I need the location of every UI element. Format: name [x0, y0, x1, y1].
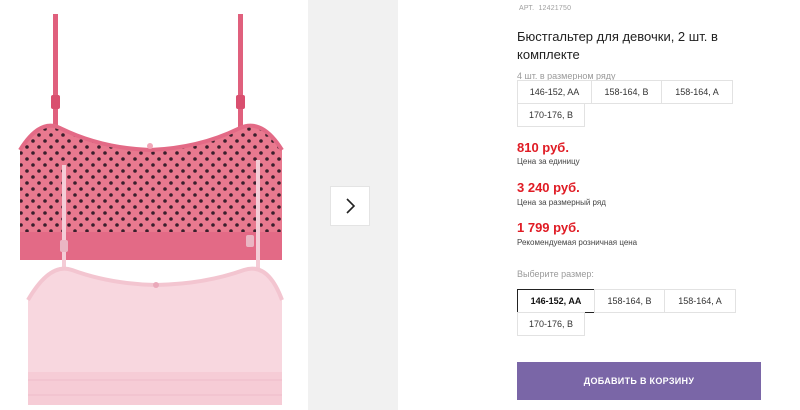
size-option[interactable]: 158-164, A — [664, 289, 736, 313]
product-photo[interactable] — [0, 0, 308, 410]
row-price: 3 240 руб. — [517, 180, 580, 195]
sku-value: 12421750 — [538, 5, 572, 12]
unit-price-note: Цена за единицу — [517, 157, 580, 166]
strap-left-front — [62, 165, 66, 275]
add-to-cart-button[interactable]: ДОБАВИТЬ В КОРЗИНУ — [517, 362, 761, 400]
sku-line: АРТ. 12421750 — [517, 5, 571, 12]
product-photo-illustration — [18, 14, 284, 405]
size-option[interactable]: 158-164, B — [594, 289, 665, 313]
size-row-item: 158-164, B — [591, 80, 662, 104]
size-row-item: 146-152, AA — [517, 80, 592, 104]
size-option-selected[interactable]: 146-152, AA — [517, 289, 595, 313]
size-row-item: 170-176, B — [517, 103, 585, 127]
size-row-item: 158-164, A — [661, 80, 733, 104]
retail-price: 1 799 руб. — [517, 220, 580, 235]
strap-right-front — [256, 160, 260, 272]
retail-price-note: Рекомендуемая розничная цена — [517, 238, 638, 247]
strap-left-back — [53, 14, 58, 134]
product-gallery — [0, 0, 490, 410]
strap-right-back — [238, 14, 243, 134]
product-info: АРТ. 12421750 Бюстгальтер для девочки, 2… — [517, 0, 787, 410]
next-photo-button[interactable] — [331, 187, 369, 225]
chevron-right-icon — [346, 198, 356, 214]
row-price-note: Цена за размерный ряд — [517, 198, 606, 207]
choose-size-label: Выберите размер: — [517, 269, 594, 279]
product-title: Бюстгальтер для девочки, 2 шт. в комплек… — [517, 29, 718, 62]
size-option[interactable]: 170-176, B — [517, 312, 585, 336]
unit-price: 810 руб. — [517, 140, 569, 155]
sku-label: АРТ. — [519, 5, 535, 12]
